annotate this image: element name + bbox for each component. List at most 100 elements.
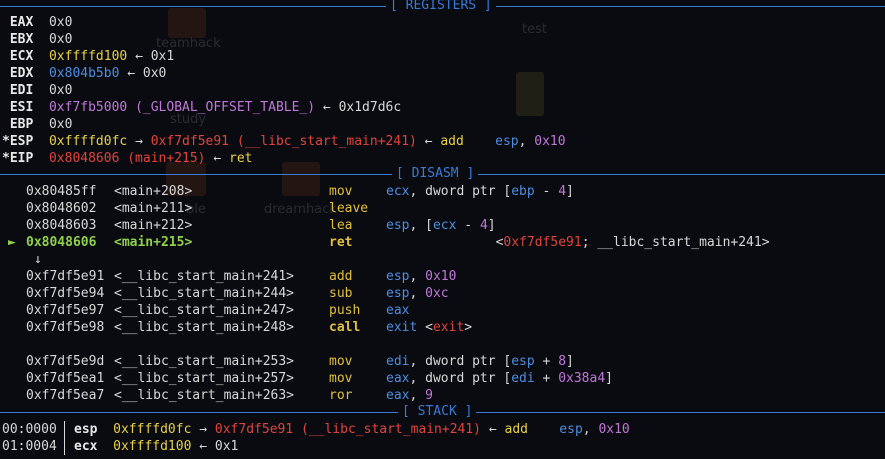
instruction-operand: 8 xyxy=(558,354,567,369)
stack-register: ecx xyxy=(74,439,98,454)
register-deref: esp xyxy=(495,134,519,149)
register-row: EDI 0x0 xyxy=(2,82,73,99)
disasm-address: 0xf7df5e94 xyxy=(26,285,104,302)
stack-deref: esp xyxy=(559,422,583,437)
instruction-operand: exit xyxy=(386,320,426,335)
register-row: *EIP 0x8048606 (main+215) ← ret xyxy=(2,150,252,167)
instruction-operand: , xyxy=(409,269,426,284)
instruction-mnemonic: ror xyxy=(329,388,353,403)
register-row: EAX 0x0 xyxy=(2,14,73,31)
instruction-operand: > xyxy=(464,320,473,335)
register-value: 0x0 xyxy=(48,32,73,47)
register-changed-marker xyxy=(2,15,10,30)
register-changed-marker xyxy=(2,83,10,98)
disasm-address: 0xf7df5e97 xyxy=(26,302,104,319)
down-arrow-icon: ↓ xyxy=(34,252,42,267)
instruction-address: 0x8048602 xyxy=(26,201,97,216)
disasm-operands: edi, dword ptr [esp + 8] xyxy=(386,353,574,370)
instruction-operand: - xyxy=(534,184,559,199)
stack-deref: 0xf7df5e91 (__libc_start_main+241) xyxy=(214,422,482,437)
disasm-operands: esp, 0x10 xyxy=(386,268,456,285)
instruction-operand: esp xyxy=(386,286,410,301)
instruction-address: 0xf7df5e97 xyxy=(26,303,105,318)
instruction-operand: ; __libc_start_main+241> xyxy=(581,235,770,250)
background-folder-icon xyxy=(168,8,206,38)
instruction-operand: , dword ptr [ xyxy=(409,184,512,199)
instruction-operand: + xyxy=(534,371,559,386)
disasm-operands: esp, 0xc xyxy=(386,285,449,302)
instruction-operand: eax xyxy=(386,388,410,403)
disasm-mnemonic: mov xyxy=(329,353,352,370)
instruction-symbol: <__libc_start_main+244> xyxy=(114,286,295,301)
play-arrow-icon: ► xyxy=(8,235,16,250)
instruction-address: 0xf7df5e98 xyxy=(26,320,105,335)
register-name: EAX xyxy=(9,15,34,30)
stack-deref: 0x10 xyxy=(598,422,630,437)
register-name: EDX xyxy=(9,66,34,81)
instruction-mnemonic: call xyxy=(329,320,361,335)
instruction-mnemonic: mov xyxy=(329,184,353,199)
disasm-symbol: <main+215> xyxy=(114,234,192,251)
instruction-operand: eax xyxy=(386,371,410,386)
register-value: 0x0 xyxy=(48,83,73,98)
instruction-operand: , xyxy=(409,388,426,403)
instruction-operand: - xyxy=(456,218,480,233)
instruction-symbol: <__libc_start_main+247> xyxy=(114,303,295,318)
instruction-operand: esp xyxy=(386,218,410,233)
stack-entry: ecx 0xffffd100 ← 0x1 xyxy=(74,438,238,455)
register-deref: 0xf7df5e91 (__libc_start_main+241) xyxy=(150,134,417,149)
register-value: 0xf7fb5000 xyxy=(48,100,128,115)
stack-offset: 01:0004 xyxy=(2,439,57,454)
background-label: dreamhack xyxy=(264,202,337,217)
instruction-symbol: <main+212> xyxy=(114,218,193,233)
instruction-operand: < xyxy=(386,235,504,250)
current-instruction-pointer-icon: ► xyxy=(8,234,16,251)
instruction-operand: ] xyxy=(566,354,574,369)
disasm-symbol: <main+211> xyxy=(114,200,192,217)
instruction-operand: 9 xyxy=(425,388,433,403)
instruction-mnemonic: leave xyxy=(329,201,369,216)
jump-arrow-icon: ↓ xyxy=(34,251,42,268)
instruction-operand: exit xyxy=(432,320,465,335)
register-name: EIP xyxy=(9,151,34,166)
register-name: EBP xyxy=(9,117,34,132)
stack-value: 0xffffd0fc xyxy=(113,422,192,437)
disasm-address: 0x8048606 xyxy=(26,234,96,251)
instruction-symbol: <main+215> xyxy=(114,235,193,250)
instruction-address: 0xf7df5e91 xyxy=(26,269,105,284)
stack-offset: 00:0000 xyxy=(2,422,57,437)
register-name: ECX xyxy=(9,49,34,64)
register-deref: ← xyxy=(416,134,441,149)
disasm-address: 0xf7df5ea7 xyxy=(26,387,104,404)
instruction-operand: esp xyxy=(386,269,410,284)
instruction-operand: edi xyxy=(511,371,535,386)
disasm-symbol: <__libc_start_main+248> xyxy=(114,319,294,336)
text-fragment xyxy=(33,134,49,149)
stack-row: 01:0004 xyxy=(2,438,57,455)
disasm-symbol: <__libc_start_main+241> xyxy=(114,268,294,285)
register-deref: (_GLOBAL_OFFSET_TABLE_) xyxy=(127,100,316,115)
disasm-address: 0xf7df5ea1 xyxy=(26,370,104,387)
text-fragment xyxy=(33,117,49,132)
stack-deref: ← 0x1 xyxy=(191,439,239,454)
instruction-address: 0x8048606 xyxy=(26,235,97,250)
register-changed-marker xyxy=(2,32,10,47)
stack-divider xyxy=(64,421,65,438)
register-name: EDI xyxy=(9,83,34,98)
disasm-address: 0xf7df5e91 xyxy=(26,268,104,285)
instruction-operand: ebp xyxy=(511,184,535,199)
stack-deref: → xyxy=(191,422,215,437)
register-deref: ← 0x0 xyxy=(119,66,167,81)
text-fragment xyxy=(33,15,49,30)
register-deref: ← 0x1 xyxy=(127,49,175,64)
register-deref: 0x10 xyxy=(534,134,566,149)
stack-divider xyxy=(64,438,65,455)
register-value: 0x8048606 (main+215) xyxy=(48,151,206,166)
instruction-operand: ] xyxy=(605,371,613,386)
instruction-address: 0xf7df5ea1 xyxy=(26,371,105,386)
disasm-header: [ DISASM ] xyxy=(392,167,479,181)
instruction-operand: esp xyxy=(511,354,535,369)
instruction-mnemonic: add xyxy=(329,269,353,284)
disasm-symbol: <__libc_start_main+247> xyxy=(114,302,294,319)
register-row: EBP 0x0 xyxy=(2,116,73,133)
